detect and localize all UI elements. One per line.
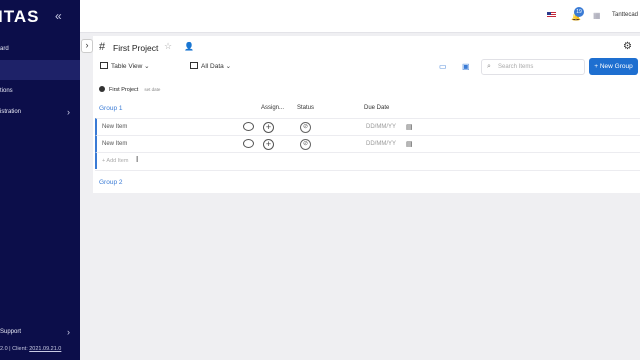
- robot-icon[interactable]: ⚙: [623, 41, 632, 52]
- version-link[interactable]: 2021.09.21.0: [29, 346, 61, 352]
- version-prefix: 2.0 | Client:: [0, 346, 30, 352]
- assign-plus-icon[interactable]: +: [263, 122, 274, 133]
- sidebar: ITAS « ard tions istration › Support › 2…: [0, 0, 80, 360]
- chevron-right-icon: ›: [67, 327, 70, 337]
- new-group-button[interactable]: + New Group: [589, 58, 638, 75]
- column-header-assign[interactable]: Assign...: [261, 105, 284, 111]
- sidebar-item-label: ard: [0, 46, 9, 52]
- collapse-sidebar-icon[interactable]: «: [55, 9, 62, 23]
- column-header-status[interactable]: Status: [297, 105, 314, 111]
- add-item-row[interactable]: + Add Item: [95, 152, 640, 169]
- notification-badge: 19: [574, 7, 584, 17]
- divider: [95, 170, 640, 171]
- sidebar-item-dashboard[interactable]: ard: [0, 39, 80, 59]
- sidebar-item-label: istration: [0, 109, 22, 115]
- group-1-title[interactable]: Group 1: [99, 105, 123, 112]
- calendar-icon[interactable]: ▤: [406, 140, 413, 148]
- view-label: Table View: [111, 63, 143, 70]
- chevron-down-icon: ⌄: [225, 63, 232, 70]
- column-header-due-date[interactable]: Due Date: [364, 105, 389, 111]
- user-name[interactable]: Tanttecad: [612, 12, 638, 18]
- top-bar: 🔔 19 ▦ Tanttecad: [80, 0, 640, 33]
- project-section-header[interactable]: First Project set date: [99, 86, 160, 93]
- table-view-icon: [100, 62, 108, 69]
- table-row[interactable]: New Item + ⊘ DD/MM/YY ▤: [95, 118, 640, 135]
- due-date-field[interactable]: DD/MM/YY: [366, 141, 396, 147]
- search-placeholder: Search Items: [498, 64, 534, 70]
- comment-icon[interactable]: [243, 122, 254, 131]
- status-icon[interactable]: ⊘: [300, 139, 311, 150]
- data-label: All Data: [201, 63, 224, 70]
- chevron-right-icon: ›: [67, 107, 70, 117]
- star-icon[interactable]: ☆: [164, 41, 172, 52]
- sidebar-item-administration[interactable]: istration ›: [0, 102, 80, 122]
- book-icon[interactable]: ▭: [439, 62, 447, 71]
- sidebar-item-support[interactable]: Support ›: [0, 322, 80, 342]
- chevron-down-icon: ⌄: [144, 63, 150, 70]
- folder-icon[interactable]: ▣: [462, 62, 470, 71]
- comment-icon[interactable]: [243, 139, 254, 148]
- calendar-icon[interactable]: ▤: [406, 123, 413, 131]
- sidebar-item-projects[interactable]: [0, 60, 80, 80]
- add-item-button[interactable]: + Add Item: [102, 158, 128, 164]
- item-name[interactable]: New Item: [102, 124, 127, 130]
- sidebar-item-label: tions: [0, 88, 13, 94]
- page-title: First Project: [113, 43, 159, 53]
- add-user-icon[interactable]: 👤: [184, 42, 194, 51]
- expand-panel-button[interactable]: ›: [81, 39, 93, 53]
- sidebar-item-automations[interactable]: tions: [0, 81, 80, 101]
- item-name[interactable]: New Item: [102, 141, 127, 147]
- search-icon: ⌕: [487, 63, 491, 70]
- version-info: 2.0 | Client: 2021.09.21.0: [0, 346, 61, 352]
- data-filter-selector[interactable]: All Data ⌄: [190, 62, 231, 70]
- assign-plus-icon[interactable]: +: [263, 139, 274, 150]
- due-date-field[interactable]: DD/MM/YY: [366, 124, 396, 130]
- apps-grid-icon[interactable]: ▦: [593, 11, 601, 20]
- group-2-title[interactable]: Group 2: [99, 179, 123, 186]
- sidebar-item-label: Support: [0, 329, 22, 335]
- project-panel: # First Project ☆ 👤 ⚙ Table View ⌄ All D…: [93, 36, 640, 193]
- data-icon: [190, 62, 198, 69]
- text-cursor-icon: I: [136, 155, 139, 164]
- collapse-dot-icon: [99, 86, 105, 92]
- search-input[interactable]: ⌕ Search Items: [481, 59, 585, 75]
- logo: ITAS: [0, 7, 40, 26]
- hash-icon: #: [99, 41, 106, 53]
- status-icon[interactable]: ⊘: [300, 122, 311, 133]
- project-line-label: First Project: [109, 87, 139, 93]
- project-line-sub: set date: [144, 87, 161, 92]
- us-flag-icon[interactable]: [547, 12, 556, 18]
- table-row[interactable]: New Item + ⊘ DD/MM/YY ▤: [95, 135, 640, 152]
- view-selector[interactable]: Table View ⌄: [100, 62, 150, 70]
